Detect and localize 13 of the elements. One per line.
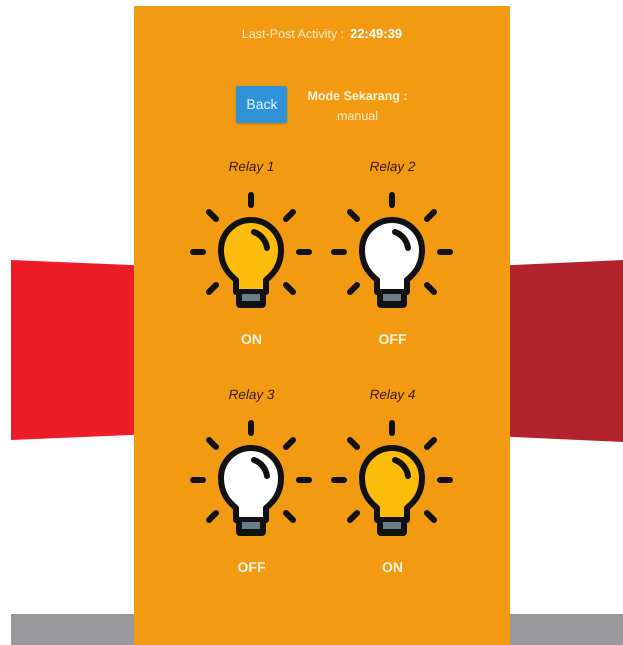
- back-button[interactable]: Back: [236, 86, 288, 122]
- relay-status: OFF: [238, 559, 266, 575]
- relay-status: ON: [382, 559, 403, 575]
- relay-status: OFF: [378, 331, 406, 347]
- last-post-label: Last-Post Activity :: [242, 27, 344, 41]
- relay-name: Relay 4: [370, 387, 416, 402]
- relay-status: ON: [241, 331, 262, 347]
- relay-name: Relay 3: [228, 387, 274, 402]
- last-post-time: 22:49:39: [350, 26, 402, 41]
- mode-value: manual: [337, 109, 378, 123]
- relay-name: Relay 1: [228, 159, 274, 174]
- relay-name: Relay 2: [370, 159, 416, 174]
- mode-label: Mode Sekarang :: [307, 89, 408, 103]
